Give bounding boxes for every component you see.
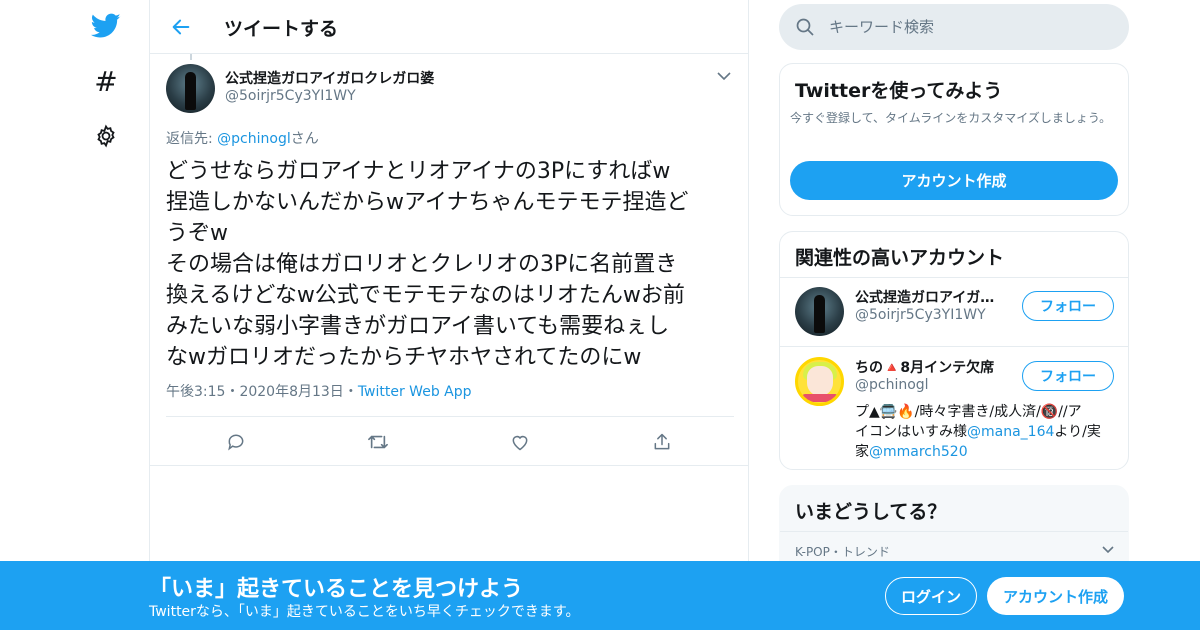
left-nav: # xyxy=(80,0,130,630)
signup-banner: 「いま」起きていることを見つけよう Twitterなら、「いま」起きていることを… xyxy=(0,561,1200,630)
page-title: ツイートする xyxy=(224,18,339,40)
search-box xyxy=(779,4,1129,50)
create-account-button[interactable]: アカウント作成 xyxy=(987,577,1124,615)
reply-icon[interactable] xyxy=(221,427,251,457)
reply-prefix: 返信先: xyxy=(166,131,218,147)
tweet-meta: 午後3:15・2020年8月13日・Twitter Web App xyxy=(166,381,472,401)
search-icon xyxy=(795,17,815,37)
twitter-logo-icon[interactable] xyxy=(88,8,124,44)
gear-icon[interactable] xyxy=(88,118,124,154)
hashtag-icon[interactable]: # xyxy=(88,64,124,100)
divider xyxy=(166,416,734,417)
reply-mention-link[interactable]: @pchinogl xyxy=(217,131,291,147)
tweet-actions xyxy=(166,427,734,457)
tweet-source-app[interactable]: Twitter Web App xyxy=(358,384,472,400)
bio-mention-link[interactable]: @mmarch520 xyxy=(869,444,968,460)
banner-title: 「いま」起きていることを見つけよう xyxy=(149,577,524,602)
divider xyxy=(780,277,1128,278)
meta-separator: ・ xyxy=(225,384,240,400)
related-accounts-card: 関連性の高いアカウント 公式捏造ガロアイガ… @5oirjr5Cy3YI1WY … xyxy=(779,231,1129,470)
related-accounts-title: 関連性の高いアカウント xyxy=(795,247,1005,269)
page-header: ツイートする xyxy=(150,0,748,54)
divider xyxy=(780,346,1128,347)
divider xyxy=(150,465,748,466)
page: # ツイートする 公式捏造ガロアイガロクレガロ婆 @5oirjr5Cy3YI1W… xyxy=(0,0,1200,630)
follow-button[interactable]: フォロー xyxy=(1022,361,1114,391)
chevron-down-icon[interactable] xyxy=(714,66,734,86)
tweet-text: どうせならガロアイナとリオアイナの3Pにすればw 捏造しかないんだからwアイナち… xyxy=(166,159,689,370)
main-column: ツイートする 公式捏造ガロアイガロクレガロ婆 @5oirjr5Cy3YI1WY … xyxy=(149,0,749,630)
related-account-name[interactable]: 公式捏造ガロアイガ… xyxy=(855,287,1015,307)
banner-subtitle: Twitterなら、「いま」起きていることをいち早くチェックできます。 xyxy=(149,604,580,620)
thread-connector xyxy=(190,54,192,60)
tweet-author-name[interactable]: 公式捏造ガロアイガロクレガロ婆 xyxy=(225,68,434,88)
create-account-button[interactable]: アカウント作成 xyxy=(790,161,1118,200)
avatar[interactable] xyxy=(795,357,844,406)
meta-separator: ・ xyxy=(343,384,358,400)
tweet-author-handle[interactable]: @5oirjr5Cy3YI1WY xyxy=(225,88,356,104)
follow-button[interactable]: フォロー xyxy=(1022,291,1114,321)
bio-mention-link[interactable]: @mana_164 xyxy=(967,424,1054,440)
trends-title: いまどうしてる？ xyxy=(795,501,947,523)
avatar[interactable] xyxy=(795,287,844,336)
chevron-down-icon[interactable] xyxy=(1100,542,1116,558)
like-heart-icon[interactable] xyxy=(505,427,535,457)
related-account-handle[interactable]: @pchinogl xyxy=(855,377,929,393)
search-input[interactable] xyxy=(829,12,1109,42)
reply-suffix: さん xyxy=(290,131,319,147)
tweet-time[interactable]: 午後3:15 xyxy=(166,384,225,400)
signup-card-description: 今すぐ登録して、タイムラインをカスタマイズしましょう。 xyxy=(790,111,1112,125)
signup-card: Twitterを使ってみよう 今すぐ登録して、タイムラインをカスタマイズしましょ… xyxy=(779,63,1129,216)
reply-context: 返信先: @pchinoglさん xyxy=(166,128,319,148)
related-account-name[interactable]: ちの🔺8月インテ欠席 xyxy=(855,357,1015,377)
trend-category: K-POP・トレンド xyxy=(795,545,890,559)
retweet-icon[interactable] xyxy=(363,427,393,457)
login-button[interactable]: ログイン xyxy=(885,577,977,615)
tweet-date[interactable]: 2020年8月13日 xyxy=(239,384,343,400)
signup-card-title: Twitterを使ってみよう xyxy=(795,80,1003,102)
related-account-handle[interactable]: @5oirjr5Cy3YI1WY xyxy=(855,307,986,323)
back-arrow-icon[interactable] xyxy=(168,14,194,40)
avatar[interactable] xyxy=(166,64,215,113)
share-icon[interactable] xyxy=(647,427,677,457)
related-account-bio: プ▲🚍🔥/時々字書き/成人済/🔞//ア イコンはいすみ様@mana_164より/… xyxy=(855,402,1117,462)
divider xyxy=(780,531,1128,532)
